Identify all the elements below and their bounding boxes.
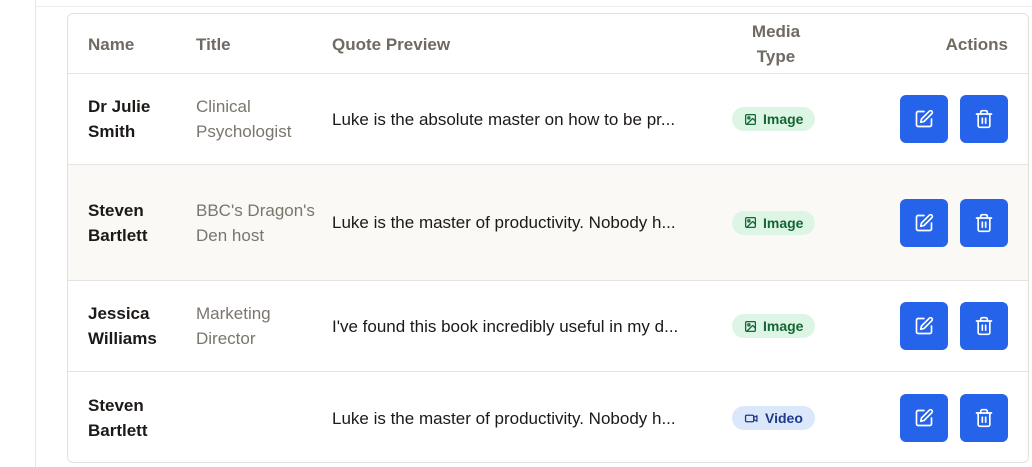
edit-icon: [915, 213, 934, 231]
table-row: Steven Bartlett Luke is the master of pr…: [68, 372, 1028, 462]
cell-title: Marketing Director: [196, 304, 271, 348]
cell-actions: [900, 165, 1008, 280]
table-row: Jessica Williams Marketing Director I've…: [68, 281, 1028, 372]
cell-name: Steven Bartlett: [88, 396, 148, 440]
edit-icon: [915, 408, 934, 427]
sidebar-divider: [35, 0, 36, 467]
edit-button[interactable]: [900, 95, 948, 143]
cell-title: [196, 372, 316, 462]
column-header-title: Title: [196, 34, 231, 54]
cell-actions: [900, 74, 1008, 164]
table-row: Steven Bartlett BBC's Dragon's Den host …: [68, 165, 1028, 281]
trash-icon: [975, 316, 993, 336]
image-icon: [744, 216, 757, 229]
media-type-label: Image: [763, 318, 804, 334]
video-icon: [744, 414, 758, 422]
table-row: Dr Julie Smith Clinical Psychologist Luk…: [68, 74, 1028, 165]
cell-name: Steven Bartlett: [88, 200, 148, 245]
column-header-media-type: Media Type: [728, 14, 824, 74]
column-header-media-line2: Type: [756, 47, 796, 66]
delete-button[interactable]: [960, 95, 1008, 143]
edit-icon: [915, 109, 934, 128]
cell-quote-preview: Luke is the master of productivity. Nobo…: [332, 213, 676, 232]
media-type-label: Image: [763, 111, 804, 127]
cell-media-type: Video: [732, 372, 822, 462]
edit-button[interactable]: [900, 302, 948, 350]
media-type-badge: Image: [732, 210, 816, 235]
media-type-label: Video: [765, 410, 803, 426]
image-icon: [744, 320, 757, 332]
edit-button[interactable]: [900, 198, 948, 247]
cell-quote-preview: Luke is the absolute master on how to be…: [332, 109, 676, 129]
testimonials-table: Name Title Quote Preview Media Type Acti…: [67, 13, 1029, 463]
cell-actions: [900, 372, 1008, 462]
column-header-quote-preview: Quote Preview: [332, 34, 451, 54]
image-icon: [744, 113, 757, 125]
cell-name: Dr Julie Smith: [88, 97, 151, 141]
delete-button[interactable]: [960, 302, 1008, 350]
cell-quote-preview: Luke is the master of productivity. Nobo…: [332, 408, 676, 428]
edit-icon: [915, 316, 934, 335]
table-header: Name Title Quote Preview Media Type Acti…: [68, 14, 1028, 74]
cell-quote-preview: I've found this book incredibly useful i…: [332, 316, 679, 336]
cell-name: Jessica Williams: [88, 304, 157, 348]
column-header-actions: Actions: [945, 34, 1008, 54]
page: Name Title Quote Preview Media Type Acti…: [0, 0, 1032, 467]
cell-actions: [900, 281, 1008, 371]
cell-media-type: Image: [732, 165, 822, 280]
edit-button[interactable]: [900, 394, 948, 442]
media-type-badge: Image: [732, 314, 816, 338]
cell-media-type: Image: [732, 74, 822, 164]
delete-button[interactable]: [960, 198, 1008, 247]
media-type-label: Image: [763, 214, 804, 231]
media-type-badge: Video: [732, 406, 815, 430]
trash-icon: [975, 109, 993, 129]
cell-media-type: Image: [732, 281, 822, 371]
column-header-media-line1: Media: [751, 22, 801, 41]
header-divider: [36, 6, 1032, 7]
trash-icon: [975, 213, 993, 232]
column-header-name: Name: [88, 34, 135, 54]
cell-title: Clinical Psychologist: [196, 97, 292, 141]
trash-icon: [975, 408, 993, 428]
cell-title: BBC's Dragon's Den host: [196, 200, 315, 245]
media-type-badge: Image: [732, 107, 816, 131]
delete-button[interactable]: [960, 394, 1008, 442]
